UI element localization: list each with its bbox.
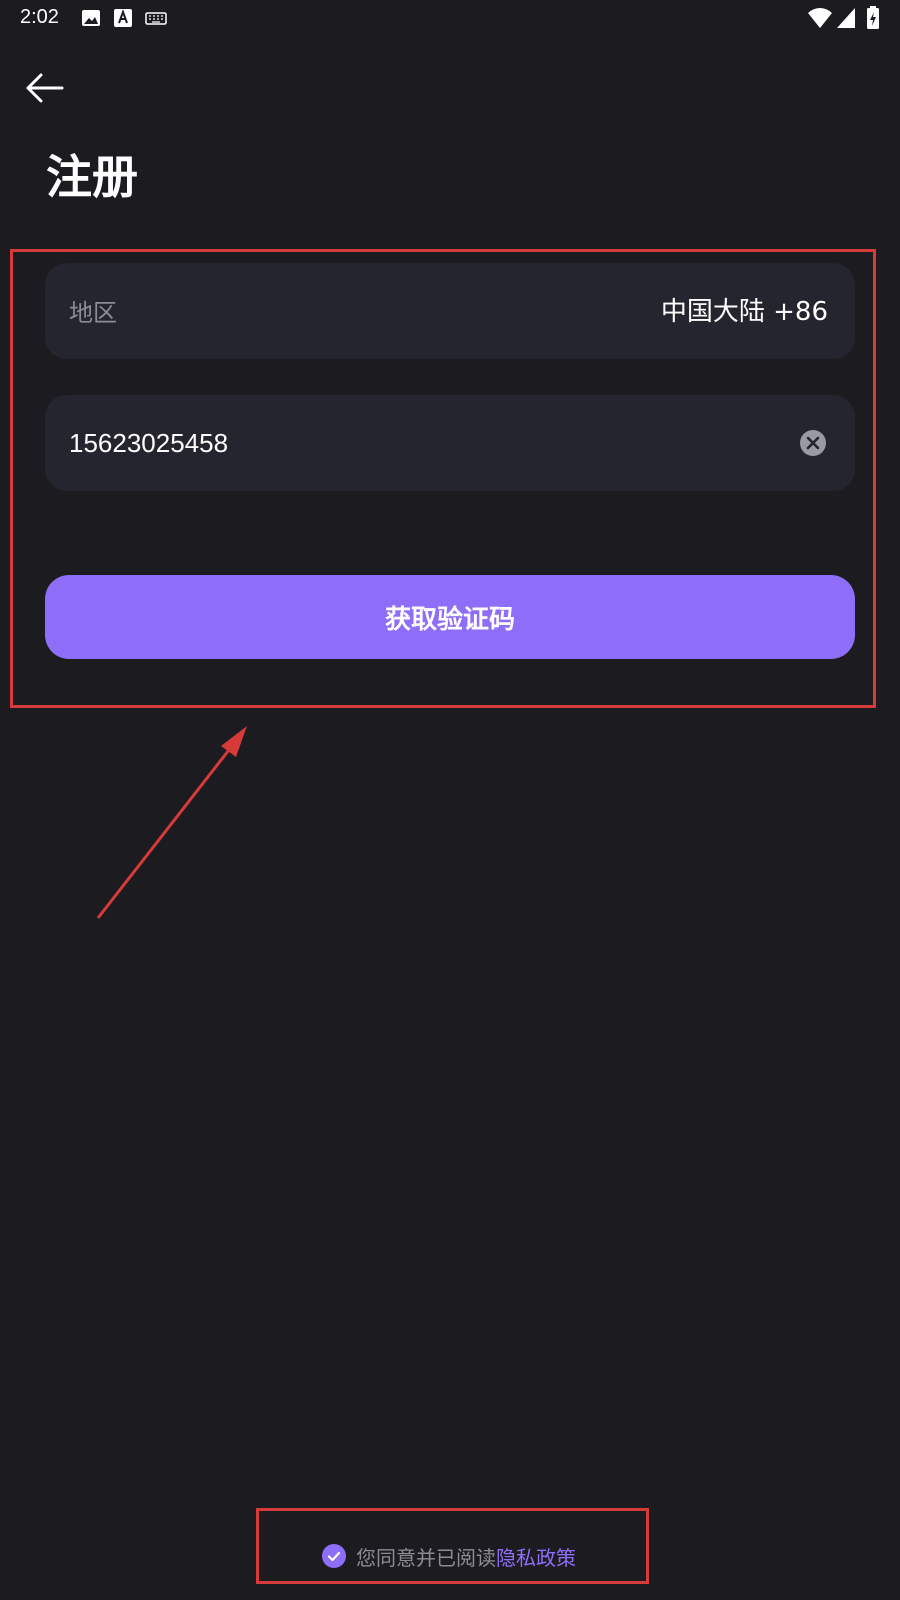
privacy-policy-link[interactable]: 隐私政策 xyxy=(496,1542,576,1571)
image-icon xyxy=(82,10,100,26)
agreement-text: 您同意并已阅读 xyxy=(356,1545,496,1570)
privacy-agreement: 您同意并已阅读 隐私政策 xyxy=(322,1541,576,1571)
get-code-button[interactable]: 获取验证码 xyxy=(45,575,855,659)
a-icon xyxy=(114,9,132,27)
keyboard-icon xyxy=(145,12,167,25)
signal-icon xyxy=(837,8,855,28)
check-circle-icon xyxy=(322,1544,346,1568)
arrow-left-icon xyxy=(26,73,64,103)
status-time: 2:02 xyxy=(20,6,59,28)
battery-icon xyxy=(867,6,879,29)
status-bar: 2:02 xyxy=(0,0,900,36)
wifi-icon xyxy=(808,8,832,28)
agree-checkbox[interactable] xyxy=(322,1544,346,1568)
back-button[interactable] xyxy=(22,66,66,110)
phone-input[interactable] xyxy=(69,417,769,469)
region-value: 中国大陆 +86 xyxy=(660,297,828,327)
phone-field xyxy=(45,395,855,491)
page-title: 注册 xyxy=(46,150,138,204)
region-selector[interactable]: 地区 中国大陆 +86 xyxy=(45,263,855,359)
region-label: 地区 xyxy=(69,299,117,327)
annotation-arrow xyxy=(96,726,247,919)
clear-phone-button[interactable] xyxy=(799,429,827,457)
close-circle-icon xyxy=(800,430,826,456)
